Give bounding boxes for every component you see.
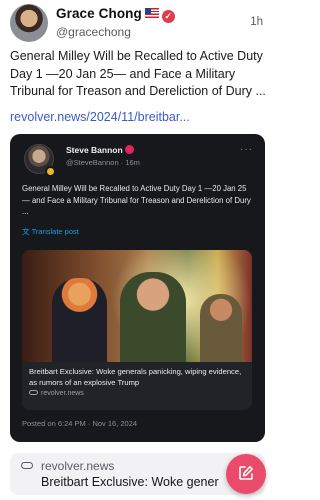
post-header: Grace Chong ✓ @gracechong 1h [10, 4, 265, 44]
verified-badge-icon [124, 145, 134, 154]
embed-post-text: General Milley Will be Recalled to Activ… [22, 184, 251, 216]
embedded-post-card[interactable]: Steve Bannon @SteveBannon · 16m ··· Gene… [10, 134, 265, 442]
author-name-row[interactable]: Grace Chong ✓ [56, 6, 175, 23]
author-name[interactable]: Grace Chong [56, 6, 142, 21]
us-flag-icon [144, 8, 159, 18]
translate-link[interactable]: 文 Translate post [22, 226, 79, 237]
image-figure-right [200, 294, 242, 362]
image-figure-center [120, 272, 186, 362]
embed-author-handle: @SteveBannon · 16m [66, 158, 140, 167]
author-avatar[interactable] [10, 4, 48, 42]
post-text: General Milley Will be Recalled to Activ… [10, 49, 266, 98]
translate-icon: 文 [22, 227, 30, 236]
image-figure-left [52, 278, 107, 362]
media-caption[interactable]: Breitbart Exclusive: Woke generals panic… [22, 362, 252, 410]
embed-author-name[interactable]: Steve Bannon [66, 145, 123, 155]
link-preview-domain: revolver.news [41, 459, 115, 473]
embed-post-date: Posted on 6:24 PM · Nov 16, 2024 [22, 419, 138, 428]
post-link[interactable]: revolver.news/2024/11/breitbar... [10, 110, 268, 124]
more-options-icon[interactable]: ··· [240, 144, 253, 155]
link-icon [21, 462, 33, 469]
link-preview-title: Breitbart Exclusive: Woke generals [41, 475, 219, 489]
link-icon [29, 390, 38, 395]
media-source: revolver.news [41, 390, 84, 397]
translate-label[interactable]: Translate post [32, 227, 79, 236]
media-source-row: revolver.news [29, 390, 245, 397]
article-image[interactable] [22, 250, 252, 362]
compose-icon [239, 466, 253, 480]
embed-author-name-row[interactable]: Steve Bannon [66, 145, 134, 155]
media-caption-text: Breitbart Exclusive: Woke generals panic… [29, 367, 242, 387]
author-handle[interactable]: @gracechong [56, 25, 131, 39]
post-timestamp: 1h [250, 16, 263, 28]
affiliate-badge-icon [45, 166, 56, 177]
verified-badge-icon: ✓ [161, 10, 175, 23]
embed-media-card[interactable]: Breitbart Exclusive: Woke generals panic… [22, 250, 252, 410]
compose-button[interactable] [226, 454, 266, 494]
